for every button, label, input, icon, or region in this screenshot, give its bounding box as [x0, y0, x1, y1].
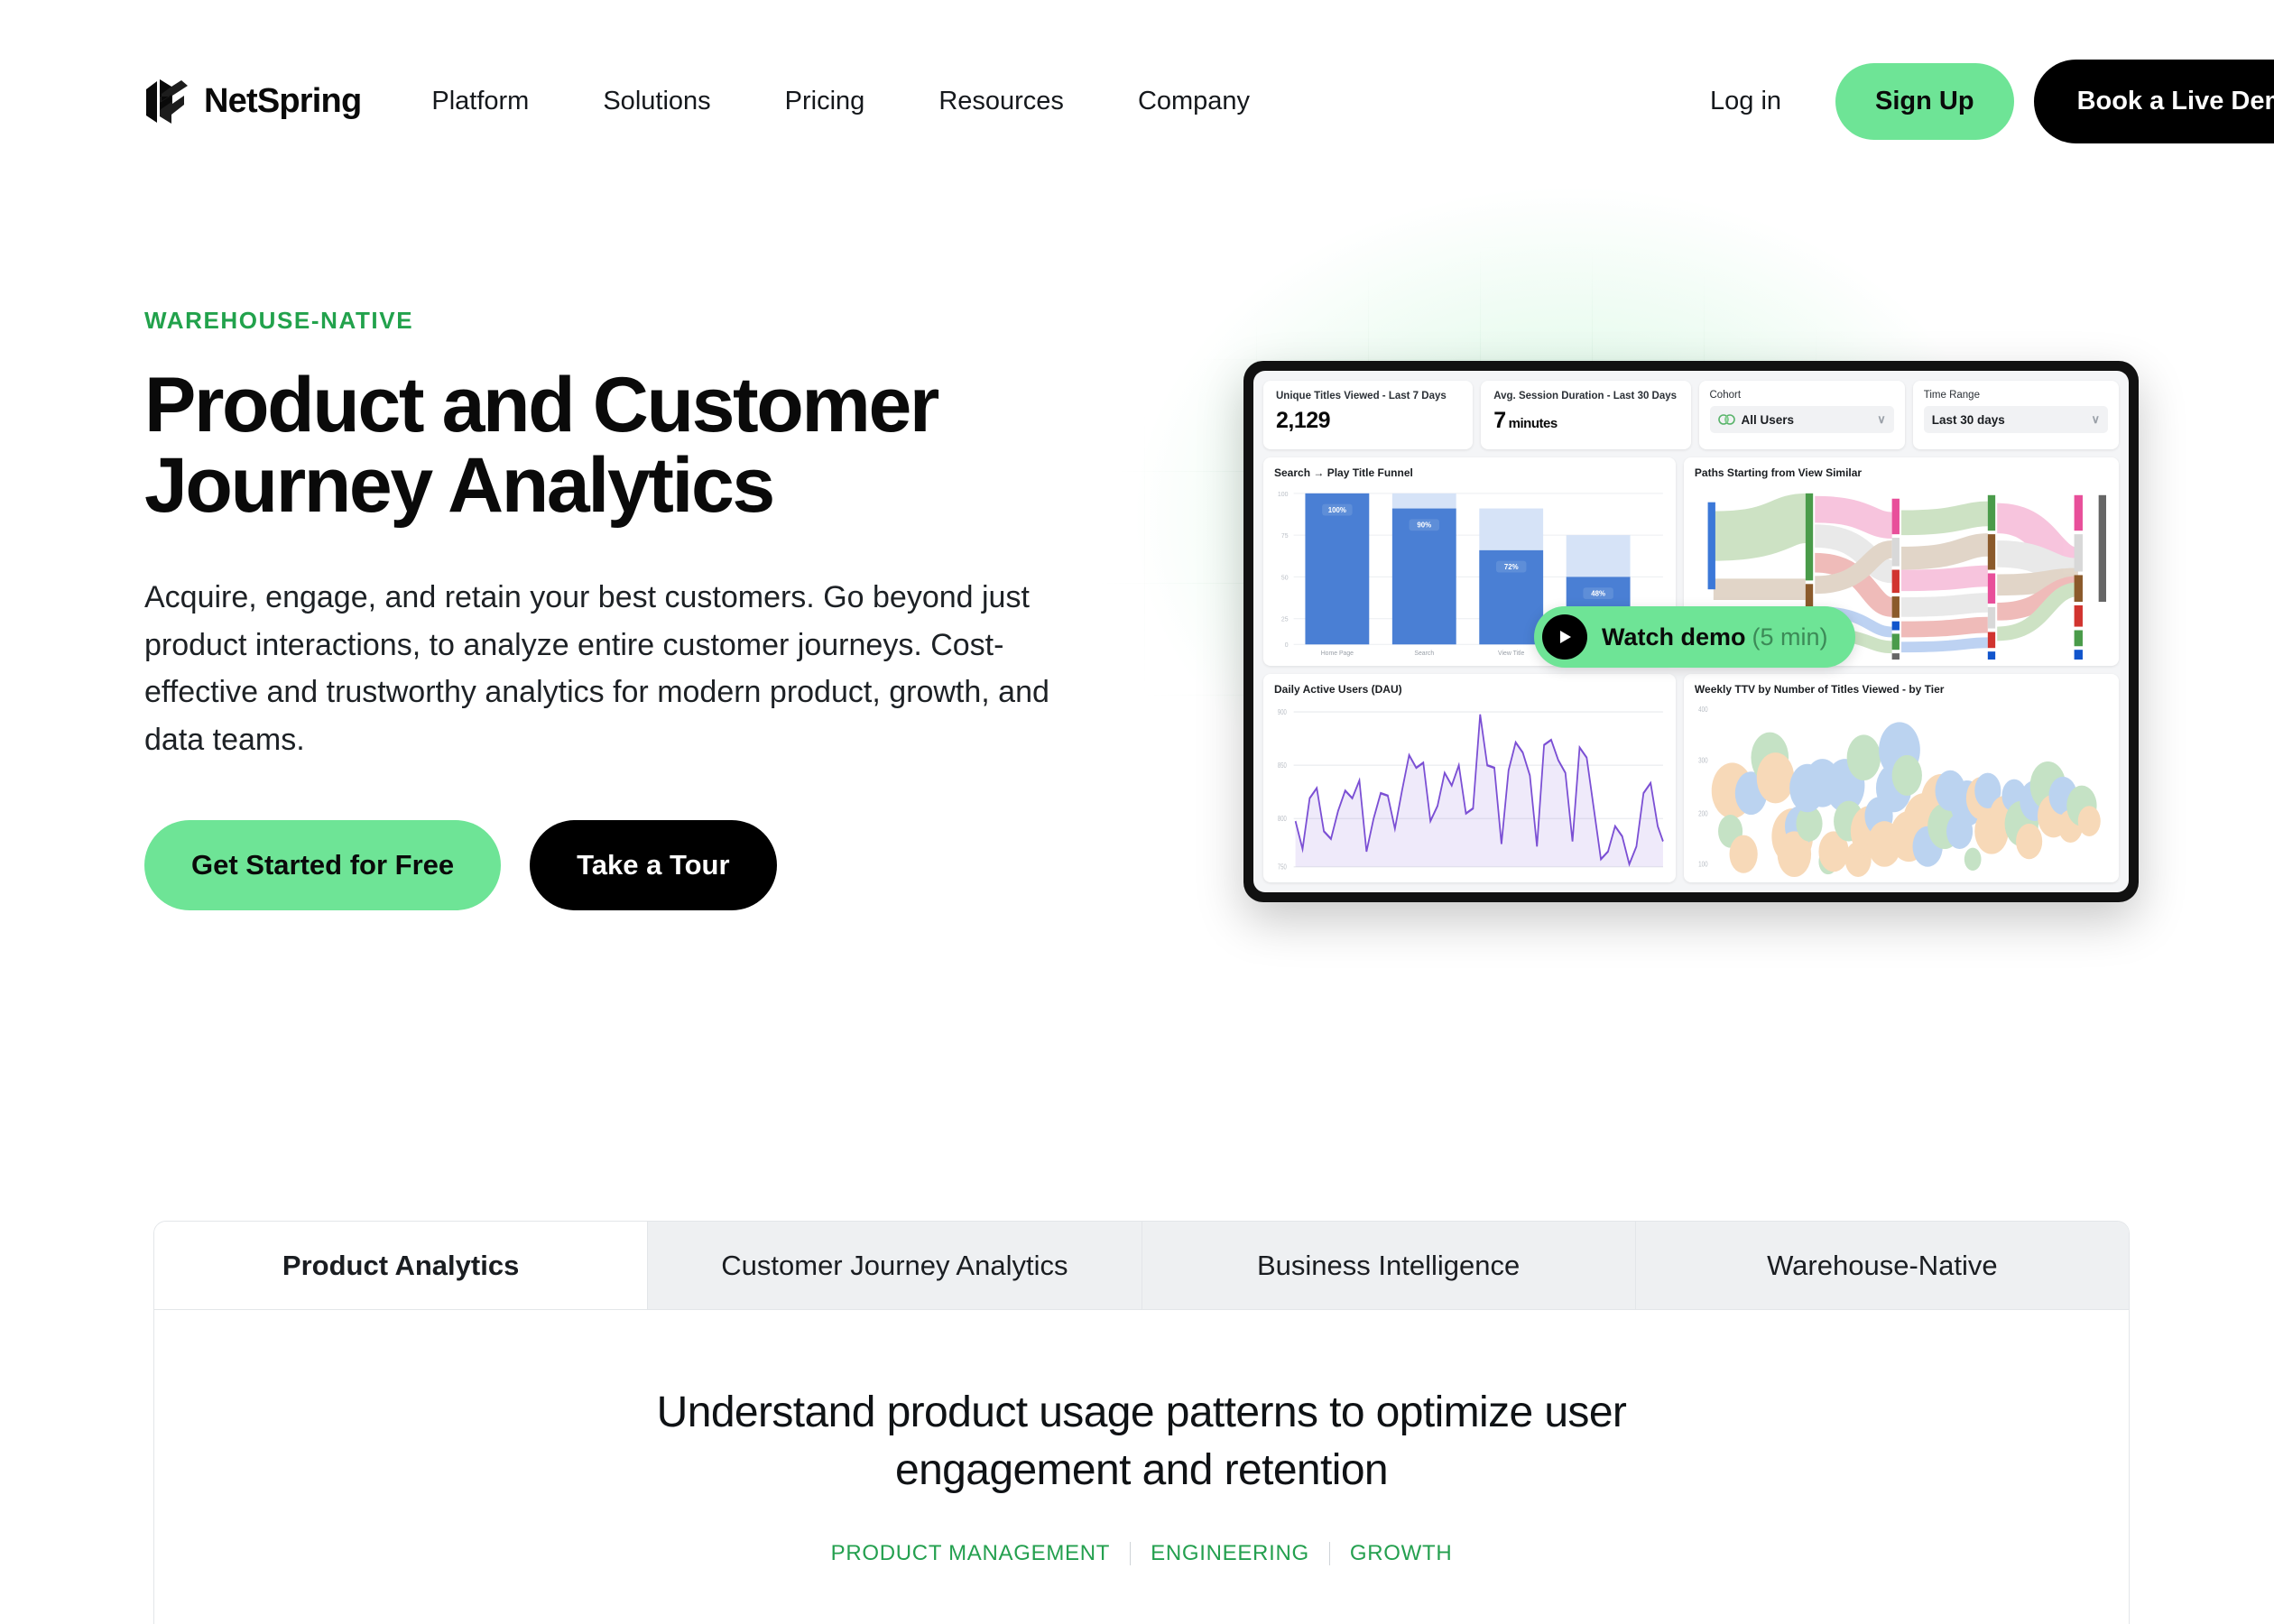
take-a-tour-button[interactable]: Take a Tour — [530, 819, 777, 910]
nav-item-solutions[interactable]: Solutions — [603, 78, 710, 125]
feature-tabs-card: Product Analytics Customer Journey Analy… — [153, 1221, 2130, 1624]
svg-text:90%: 90% — [1417, 521, 1431, 530]
nav-links: Platform Solutions Pricing Resources Com… — [431, 78, 1324, 125]
login-link[interactable]: Log in — [1710, 87, 1781, 116]
kpi-value: 2,129 — [1276, 408, 1331, 433]
dau-title: Daily Active Users (DAU) — [1274, 683, 1402, 696]
cohort-select[interactable]: All Users ∨ — [1709, 406, 1894, 433]
svg-text:400: 400 — [1698, 705, 1707, 714]
play-icon — [1542, 614, 1587, 660]
tab-category-links: PRODUCT MANAGEMENT ENGINEERING GROWTH — [154, 1541, 2129, 1566]
category-growth[interactable]: GROWTH — [1330, 1541, 1473, 1566]
category-product-management[interactable]: PRODUCT MANAGEMENT — [811, 1541, 1131, 1566]
ttv-bubble-chart: 400 300 200 100 — [1695, 699, 2108, 877]
brand-name: NetSpring — [204, 82, 362, 120]
signup-button[interactable]: Sign Up — [1835, 63, 2014, 140]
svg-text:Home Page: Home Page — [1321, 651, 1354, 657]
tab-warehouse-native[interactable]: Warehouse-Native — [1636, 1222, 2129, 1309]
landing-page: NetSpring Platform Solutions Pricing Res… — [0, 0, 2274, 1624]
svg-text:200: 200 — [1698, 808, 1707, 817]
ttv-title: Weekly TTV by Number of Titles Viewed - … — [1694, 683, 1945, 696]
bubble-svg: 400 300 200 100 — [1698, 705, 2101, 877]
kpi-unit: minutes — [1508, 416, 1558, 431]
svg-text:300: 300 — [1698, 755, 1707, 764]
nav-item-platform[interactable]: Platform — [431, 78, 529, 125]
paths-title: Paths Starting from View Similar — [1694, 466, 1863, 479]
watch-demo-label: Watch demo (5 min) — [1602, 623, 1828, 651]
time-range-select[interactable]: Last 30 days ∨ — [1923, 406, 2108, 433]
svg-text:900: 900 — [1278, 707, 1287, 716]
nav-actions: Log in Sign Up Book a Live Demo — [1710, 0, 2274, 203]
watch-demo-duration: (5 min) — [1752, 623, 1828, 651]
tab-customer-journey-analytics[interactable]: Customer Journey Analytics — [648, 1222, 1142, 1309]
cohort-label: Cohort — [1709, 390, 1742, 401]
svg-text:48%: 48% — [1591, 590, 1605, 598]
svg-text:850: 850 — [1278, 761, 1287, 770]
category-engineering[interactable]: ENGINEERING — [1131, 1541, 1329, 1566]
svg-text:View Title: View Title — [1498, 651, 1524, 657]
nav-item-pricing[interactable]: Pricing — [785, 78, 865, 125]
watch-demo-button[interactable]: Watch demo (5 min) — [1534, 606, 1855, 668]
svg-text:100%: 100% — [1328, 506, 1346, 514]
dashboard-panel-row-bottom: Daily Active Users (DAU) 900 850 800 750 — [1263, 674, 2119, 882]
tab-panel-content: Understand product usage patterns to opt… — [154, 1310, 2129, 1566]
tab-product-analytics[interactable]: Product Analytics — [154, 1222, 649, 1309]
dau-chart: 900 850 800 750 — [1274, 699, 1665, 877]
book-demo-button[interactable]: Book a Live Demo — [2033, 60, 2274, 143]
funnel-title: Search → Play Title Funnel — [1274, 466, 1413, 479]
dashboard-kpi-row: Unique Titles Viewed - Last 7 Days 2,129… — [1263, 381, 2119, 449]
dau-svg: 900 850 800 750 — [1278, 707, 1664, 872]
svg-text:25: 25 — [1281, 617, 1289, 623]
kpi-card-unique-titles: Unique Titles Viewed - Last 7 Days 2,129 — [1263, 381, 1474, 449]
cohort-value: All Users — [1741, 412, 1795, 427]
svg-text:800: 800 — [1278, 814, 1287, 823]
kpi-value: 7 minutes — [1493, 408, 1558, 433]
nav-item-company[interactable]: Company — [1138, 78, 1250, 125]
watch-demo-text: Watch demo — [1602, 623, 1746, 651]
main-navbar: NetSpring Platform Solutions Pricing Res… — [0, 0, 2274, 203]
svg-text:Search: Search — [1414, 651, 1434, 657]
netspring-logo-icon — [146, 78, 188, 124]
svg-text:750: 750 — [1278, 862, 1287, 871]
svg-text:100: 100 — [1278, 492, 1289, 498]
tabs-strip: Product Analytics Customer Journey Analy… — [154, 1222, 2129, 1310]
hero-cta-group: Get Started for Free Take a Tour — [144, 819, 1074, 910]
kpi-label: Avg. Session Duration - Last 30 Days — [1493, 391, 1678, 401]
svg-text:50: 50 — [1281, 575, 1289, 581]
chevron-down-icon: ∨ — [2091, 412, 2100, 426]
page-title: Product and Customer Journey Analytics — [144, 362, 939, 530]
nav-item-resources[interactable]: Resources — [938, 78, 1064, 125]
ttv-panel: Weekly TTV by Number of Titles Viewed - … — [1683, 674, 2119, 882]
svg-text:100: 100 — [1698, 860, 1707, 869]
dau-panel: Daily Active Users (DAU) 900 850 800 750 — [1263, 674, 1676, 882]
svg-text:72%: 72% — [1504, 563, 1519, 571]
hero-content: WAREHOUSE-NATIVE Product and Customer Jo… — [144, 307, 1074, 910]
venn-circles-icon — [1717, 414, 1735, 425]
time-range-control: Time Range Last 30 days ∨ — [1912, 381, 2119, 449]
brand-logo-link[interactable]: NetSpring — [144, 78, 362, 126]
get-started-button[interactable]: Get Started for Free — [144, 819, 502, 910]
tab-business-intelligence[interactable]: Business Intelligence — [1142, 1222, 1636, 1309]
svg-text:75: 75 — [1281, 533, 1289, 540]
kpi-card-session-duration: Avg. Session Duration - Last 30 Days 7 mi… — [1481, 381, 1691, 449]
hero-subtitle: Acquire, engage, and retain your best cu… — [144, 579, 1049, 757]
hero-eyebrow: WAREHOUSE-NATIVE — [144, 307, 414, 334]
svg-text:0: 0 — [1285, 642, 1289, 649]
cohort-control: Cohort All Users ∨ — [1698, 381, 1905, 449]
tab-heading: Understand product usage patterns to opt… — [656, 1389, 1627, 1494]
time-range-value: Last 30 days — [1931, 412, 2005, 427]
time-range-label: Time Range — [1923, 390, 1980, 401]
kpi-label: Unique Titles Viewed - Last 7 Days — [1276, 391, 1447, 401]
chevron-down-icon: ∨ — [1877, 412, 1886, 426]
